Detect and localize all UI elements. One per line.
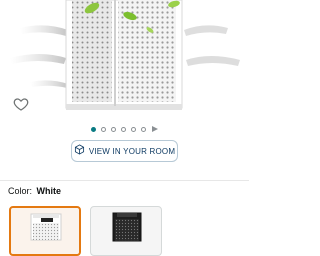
view-in-your-room-label: VIEW IN YOUR ROOM [88, 146, 176, 156]
product-image[interactable] [0, 0, 249, 120]
color-variation-label: Color: White [8, 186, 61, 196]
color-selected-value: White [36, 186, 62, 196]
section-divider [0, 180, 249, 181]
carousel-dot[interactable] [121, 126, 126, 132]
wishlist-heart-icon[interactable] [13, 96, 29, 112]
carousel-dot[interactable] [131, 126, 136, 132]
carousel-dot[interactable] [101, 126, 106, 132]
black-purifier-thumbnail [112, 212, 142, 242]
view-in-your-room-button[interactable]: VIEW IN YOUR ROOM [71, 140, 178, 162]
carousel-dot[interactable] [141, 126, 146, 132]
carousel-indicators [0, 124, 249, 134]
cube-3d-icon [74, 142, 85, 160]
color-label: Color: [8, 186, 33, 196]
air-purifier-image [10, 0, 240, 110]
video-play-icon[interactable] [152, 126, 158, 132]
carousel-dot[interactable] [111, 126, 116, 132]
carousel-dot[interactable] [91, 126, 96, 132]
